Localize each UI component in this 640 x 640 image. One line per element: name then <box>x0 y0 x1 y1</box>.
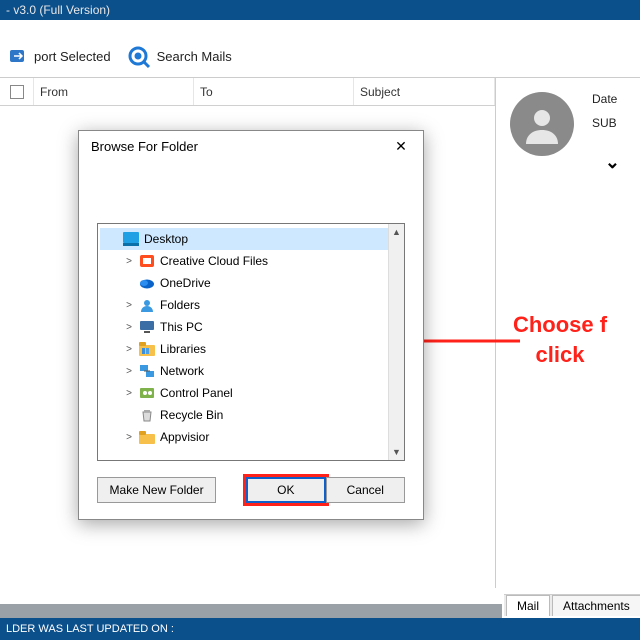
scroll-down-icon[interactable]: ▼ <box>389 444 404 460</box>
libraries-icon <box>138 341 156 357</box>
tree-node-this-pc[interactable]: > This PC <box>100 316 402 338</box>
ok-button[interactable]: OK <box>246 477 325 503</box>
dialog-close-button[interactable]: ✕ <box>387 135 415 157</box>
tree-node-label: Creative Cloud Files <box>160 254 268 268</box>
close-icon: ✕ <box>395 138 407 155</box>
export-selected-label: port Selected <box>34 49 111 64</box>
pc-icon <box>138 319 156 335</box>
expander-icon[interactable]: > <box>122 388 136 399</box>
tree-node-label: Control Panel <box>160 386 233 400</box>
search-mails-button[interactable]: Search Mails <box>119 41 240 73</box>
tree-node-label: Recycle Bin <box>160 408 223 422</box>
preview-date-label: Date <box>592 92 617 106</box>
export-icon <box>8 47 28 67</box>
grid-header: From To Subject <box>0 78 495 106</box>
tree-node-onedrive[interactable]: OneDrive <box>100 272 402 294</box>
search-icon <box>127 45 151 69</box>
preview-meta: Date SUB <box>592 92 617 140</box>
scroll-up-icon[interactable]: ▲ <box>389 224 404 240</box>
tree-node-label: Folders <box>160 298 200 312</box>
grid-scrollbar[interactable] <box>0 604 502 618</box>
chevron-down-icon[interactable]: ⌄ <box>605 152 620 173</box>
tree-scrollbar[interactable]: ▲ ▼ <box>388 224 404 460</box>
expander-icon[interactable]: > <box>122 322 136 333</box>
tree-node-label: OneDrive <box>160 276 211 290</box>
cpanel-icon <box>138 385 156 401</box>
annotation-text: Choose f click <box>480 310 640 369</box>
expander-icon[interactable]: > <box>122 256 136 267</box>
expander-icon[interactable]: > <box>122 432 136 443</box>
tree-node-appvisior[interactable]: > Appvisior <box>100 426 402 448</box>
header-from[interactable]: From <box>34 78 194 105</box>
avatar <box>510 92 574 156</box>
tree-node-label: Libraries <box>160 342 206 356</box>
status-text: LDER WAS LAST UPDATED ON : <box>6 623 174 635</box>
dialog-title: Browse For Folder <box>91 139 198 154</box>
onedrive-icon <box>138 275 156 291</box>
header-checkbox[interactable] <box>10 85 24 99</box>
tree-node-libraries[interactable]: > Libraries <box>100 338 402 360</box>
title-bar: - v3.0 (Full Version) <box>0 0 640 20</box>
tree-node-label: Desktop <box>144 232 188 246</box>
preview-subject-label: SUB <box>592 116 617 130</box>
tree-node-folders[interactable]: > Folders <box>100 294 402 316</box>
ccloud-icon <box>138 253 156 269</box>
tree-node-desktop[interactable]: Desktop <box>100 228 402 250</box>
tree-node-control-panel[interactable]: > Control Panel <box>100 382 402 404</box>
user-icon <box>138 297 156 313</box>
status-bar: LDER WAS LAST UPDATED ON : <box>0 618 640 640</box>
desktop-icon <box>122 231 140 247</box>
tree-node-label: This PC <box>160 320 203 334</box>
annotation-line1: Choose f <box>480 310 640 340</box>
tree-node-label: Appvisior <box>160 430 209 444</box>
expander-icon[interactable]: > <box>122 300 136 311</box>
header-to[interactable]: To <box>194 78 354 105</box>
annotation-line2: click <box>480 340 640 370</box>
search-mails-label: Search Mails <box>157 49 232 64</box>
header-subject[interactable]: Subject <box>354 78 495 105</box>
title-suffix: - v3.0 (Full Version) <box>6 3 110 17</box>
expander-icon[interactable]: > <box>122 366 136 377</box>
tree-node-network[interactable]: > Network <box>100 360 402 382</box>
expander-icon[interactable]: > <box>122 344 136 355</box>
dialog-buttons: Make New Folder OK Cancel <box>97 475 405 505</box>
tab-attachments[interactable]: Attachments <box>552 595 640 616</box>
preview-tabs: Mail Attachments <box>504 594 640 616</box>
tree-node-creative-cloud-files[interactable]: > Creative Cloud Files <box>100 250 402 272</box>
tree-node-label: Network <box>160 364 204 378</box>
browse-folder-dialog: Browse For Folder ✕ Desktop > Creative Clo… <box>78 130 424 520</box>
recycle-icon <box>138 407 156 423</box>
network-icon <box>138 363 156 379</box>
cancel-button[interactable]: Cancel <box>326 477 405 503</box>
export-selected-button[interactable]: port Selected <box>0 43 119 71</box>
toolbar: port Selected Search Mails <box>0 36 640 78</box>
folder-icon <box>138 429 156 445</box>
header-checkbox-col[interactable] <box>0 78 34 105</box>
dialog-title-bar[interactable]: Browse For Folder ✕ <box>79 131 423 161</box>
make-new-folder-button[interactable]: Make New Folder <box>97 477 216 503</box>
folder-tree: Desktop > Creative Cloud Files OneDrive > Fol… <box>97 223 405 461</box>
tree-node-recycle-bin[interactable]: Recycle Bin <box>100 404 402 426</box>
tab-mail[interactable]: Mail <box>506 595 550 616</box>
